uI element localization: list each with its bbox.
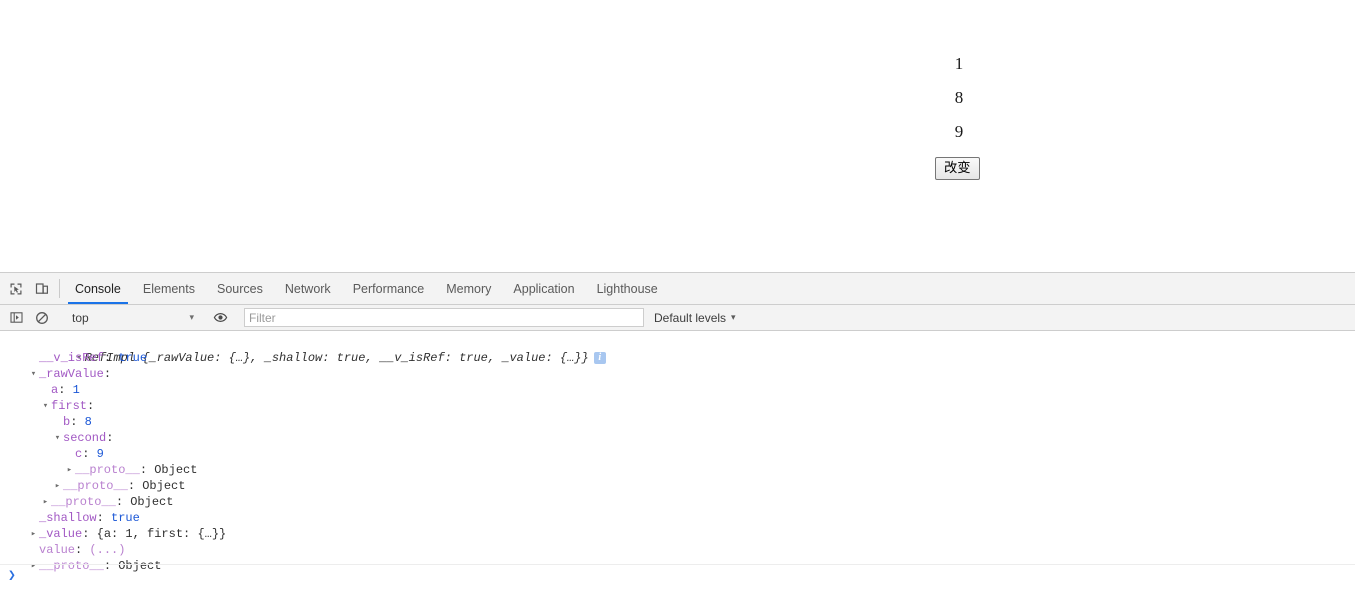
property-value: Object (130, 495, 174, 509)
devtools-tabstrip: Console Elements Sources Network Perform… (0, 273, 1355, 305)
property-key: __proto__ (63, 479, 128, 493)
tab-performance[interactable]: Performance (342, 273, 436, 304)
devtools-panel: Console Elements Sources Network Perform… (0, 272, 1355, 596)
tab-lighthouse[interactable]: Lighthouse (586, 273, 669, 304)
execution-context-value: top (72, 310, 89, 325)
page-value-c: 9 (954, 122, 964, 141)
info-icon[interactable]: i (593, 352, 606, 364)
page-viewport: 1 8 9 改变 (0, 0, 1355, 272)
prompt-chevron-icon: ❯ (8, 567, 16, 583)
collapse-arrow-icon[interactable]: ▸ (64, 462, 75, 478)
tab-memory[interactable]: Memory (435, 273, 502, 304)
object-property-row[interactable]: ▸ __proto__: Object (0, 478, 1355, 494)
property-separator: : (82, 447, 97, 461)
property-key: __proto__ (51, 495, 116, 509)
object-property-row[interactable]: ▸b: 8 (0, 414, 1355, 430)
property-key: value (39, 543, 76, 557)
property-value: Object (142, 479, 186, 493)
property-value: true (111, 511, 140, 525)
inspect-element-icon[interactable] (3, 273, 29, 304)
property-separator: : (127, 479, 143, 493)
property-separator: : (58, 383, 73, 397)
property-separator: : (75, 543, 90, 557)
property-key: __proto__ (75, 463, 140, 477)
object-property-row[interactable]: ▸_shallow: true (0, 510, 1355, 526)
property-key: first (51, 399, 88, 413)
property-value: {a: 1, first: {…}} (96, 527, 227, 541)
object-property-row[interactable]: ▸c: 9 (0, 446, 1355, 462)
log-levels-select[interactable]: Default levels ▾ (654, 311, 736, 325)
object-property-row[interactable]: ▾ second: (0, 430, 1355, 446)
property-value: true (118, 351, 148, 365)
console-sidebar-icon[interactable] (3, 305, 29, 331)
object-property-row[interactable]: ▸a: 1 (0, 382, 1355, 398)
property-separator: : (115, 495, 131, 509)
console-filter-bar: top ▾ Default levels ▾ (0, 305, 1355, 331)
log-levels-value: Default levels (654, 310, 727, 325)
console-object-title-row[interactable]: ▾ RefImpl {_rawValue: {…}, _shallow: true… (0, 334, 1355, 365)
eye-icon[interactable] (207, 305, 233, 331)
property-key: _shallow (39, 511, 97, 525)
collapse-arrow-icon[interactable]: ▸ (28, 526, 39, 542)
expand-arrow-icon[interactable]: ▾ (40, 398, 51, 414)
arrow-placeholder: ▸ (28, 542, 39, 558)
property-separator: : (139, 463, 155, 477)
tab-console[interactable]: Console (64, 273, 132, 304)
tab-elements[interactable]: Elements (132, 273, 206, 304)
device-toolbar-icon[interactable] (29, 273, 55, 304)
object-property-lines: ▸__v_isRef: true▾_rawValue:▸a: 1▾first:▸… (0, 350, 1355, 574)
tab-application[interactable]: Application (502, 273, 585, 304)
property-value: 8 (84, 415, 92, 429)
property-key: _rawValue (39, 367, 104, 381)
console-output[interactable]: ▾ RefImpl {_rawValue: {…}, _shallow: true… (0, 331, 1355, 594)
execution-context-select[interactable]: top ▾ (64, 308, 198, 328)
collapse-arrow-icon[interactable]: ▸ (52, 478, 63, 494)
object-property-row[interactable]: ▸ __proto__: Object (0, 494, 1355, 510)
property-separator: : (103, 367, 112, 381)
clear-console-icon[interactable] (29, 305, 55, 331)
property-separator: : (96, 511, 112, 525)
object-property-row[interactable]: ▸ _value: {a: 1, first: {…}} (0, 526, 1355, 542)
object-property-row[interactable]: ▸value: (...) (0, 542, 1355, 558)
arrow-placeholder: ▸ (28, 350, 39, 366)
page-value-a: 1 (954, 54, 964, 73)
tab-network[interactable]: Network (274, 273, 342, 304)
tab-sources[interactable]: Sources (206, 273, 274, 304)
collapse-arrow-icon[interactable]: ▸ (40, 494, 51, 510)
property-separator: : (70, 415, 85, 429)
arrow-placeholder: ▸ (52, 414, 63, 430)
property-separator: : (103, 351, 119, 365)
console-prompt-input[interactable] (21, 566, 1355, 584)
expand-arrow-icon[interactable]: ▾ (28, 366, 39, 382)
property-value: (...) (89, 543, 126, 557)
arrow-placeholder: ▸ (40, 382, 51, 398)
property-key: __v_isRef (39, 351, 104, 365)
property-separator: : (87, 399, 95, 413)
expand-arrow-icon[interactable]: ▾ (52, 430, 63, 446)
chevron-down-icon: ▾ (731, 312, 736, 322)
property-value: Object (154, 463, 198, 477)
chevron-down-icon: ▾ (189, 312, 194, 322)
property-separator: : (106, 431, 114, 445)
filter-input[interactable] (244, 308, 644, 327)
console-prompt-row[interactable]: ❯ (0, 564, 1355, 585)
change-button[interactable]: 改变 (935, 157, 980, 180)
arrow-placeholder: ▸ (64, 446, 75, 462)
page-value-b: 8 (954, 88, 964, 107)
property-key: second (63, 431, 107, 445)
property-key: _value (39, 527, 83, 541)
object-property-row[interactable]: ▾ _rawValue: (0, 366, 1355, 382)
arrow-placeholder: ▸ (28, 510, 39, 526)
object-title: RefImpl {_rawValue: {…}, _shallow: true,… (84, 351, 589, 365)
property-separator: : (82, 527, 97, 541)
object-property-row[interactable]: ▸ __proto__: Object (0, 462, 1355, 478)
toolbar-divider (59, 279, 60, 298)
property-value: 1 (72, 383, 80, 397)
object-property-row[interactable]: ▾ first: (0, 398, 1355, 414)
property-value: 9 (96, 447, 104, 461)
console-message[interactable]: ▾ RefImpl {_rawValue: {…}, _shallow: true… (0, 333, 1355, 576)
